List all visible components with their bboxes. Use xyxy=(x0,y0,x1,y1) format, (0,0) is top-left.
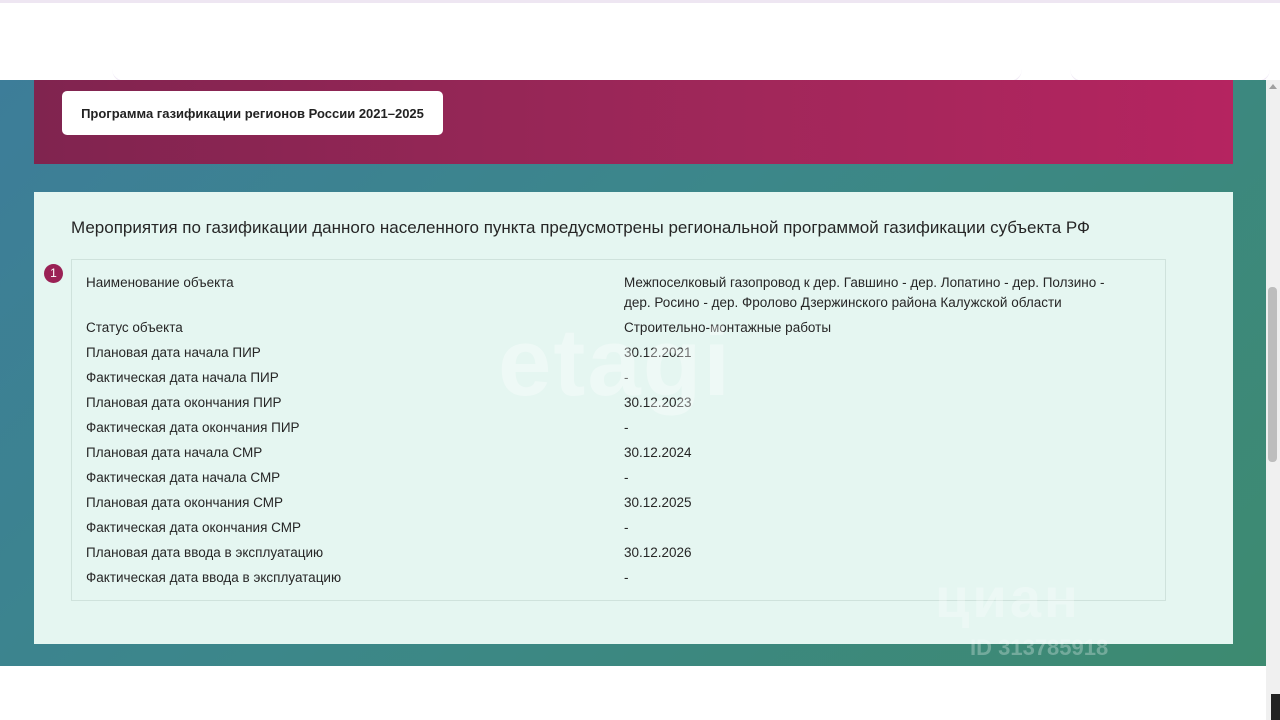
info-row: Плановая дата начала СМР 30.12.2024 xyxy=(86,441,1134,466)
object-info-table: Наименование объекта Межпоселковый газопр… xyxy=(86,271,1134,591)
info-row-label: Плановая дата окончания СМР xyxy=(86,495,283,510)
info-row-label: Плановая дата начала СМР xyxy=(86,445,263,460)
info-row-value: - xyxy=(624,370,629,385)
gasification-program-button[interactable]: Программа газификации регионов России 20… xyxy=(62,91,443,135)
panel-title: Мероприятия по газификации данного насел… xyxy=(71,218,1090,237)
scroll-up-arrow-icon[interactable] xyxy=(1269,84,1277,89)
info-row-value: - xyxy=(624,420,629,435)
info-row-value: - xyxy=(624,520,629,535)
info-row-value: 30.12.2021 xyxy=(624,345,692,360)
top-header-bar xyxy=(0,0,1280,83)
info-row-value: 30.12.2025 xyxy=(624,495,692,510)
info-row-label: Фактическая дата начала СМР xyxy=(86,470,281,485)
info-row: Фактическая дата начала СМР - xyxy=(86,466,1134,491)
info-row-value: 30.12.2024 xyxy=(624,445,692,460)
gasification-banner: Программа газификации регионов России 20… xyxy=(34,80,1233,164)
info-row-label: Плановая дата окончания ПИР xyxy=(86,395,282,410)
gasification-info-panel: Мероприятия по газификации данного насел… xyxy=(34,192,1233,644)
info-row-label: Фактическая дата ввода в эксплуатацию xyxy=(86,570,342,585)
info-row-label: Статус объекта xyxy=(86,320,183,335)
object-number-badge: 1 xyxy=(44,264,63,283)
info-row: Плановая дата окончания ПИР 30.12.2023 xyxy=(86,391,1134,416)
info-row-label: Фактическая дата начала ПИР xyxy=(86,370,279,385)
info-row-label: Плановая дата ввода в эксплуатацию xyxy=(86,545,324,560)
info-row: Фактическая дата ввода в эксплуатацию - xyxy=(86,566,1134,591)
info-row: Плановая дата начала ПИР 30.12.2021 xyxy=(86,341,1134,366)
scrollbar-thumb[interactable] xyxy=(1268,287,1277,462)
info-row: Фактическая дата окончания ПИР - xyxy=(86,416,1134,441)
info-row-value: Межпоселковый газопровод к дер. Гавшино … xyxy=(624,275,1105,310)
info-row: Статус объекта Строительно-монтажные рабо… xyxy=(86,316,1134,341)
info-row-value: 30.12.2026 xyxy=(624,545,692,560)
info-row-label: Фактическая дата окончания СМР xyxy=(86,520,301,535)
info-row-label: Фактическая дата окончания ПИР xyxy=(86,420,300,435)
info-row: Плановая дата окончания СМР 30.12.2025 xyxy=(86,491,1134,516)
info-row-label: Плановая дата начала ПИР xyxy=(86,345,261,360)
info-row-value: - xyxy=(624,570,629,585)
info-row-value: - xyxy=(624,470,629,485)
info-row: Фактическая дата начала ПИР - xyxy=(86,366,1134,391)
info-row-value: 30.12.2023 xyxy=(624,395,692,410)
info-row: Наименование объекта Межпоселковый газопр… xyxy=(86,271,1134,316)
object-info-card: Наименование объекта Межпоселковый газопр… xyxy=(71,259,1166,601)
info-row: Фактическая дата окончания СМР - xyxy=(86,516,1134,541)
info-row-value: Строительно-монтажные работы xyxy=(624,320,832,335)
info-row: Плановая дата ввода в эксплуатацию 30.12.… xyxy=(86,541,1134,566)
scrollbar-corner xyxy=(1271,694,1280,720)
info-row-label: Наименование объекта xyxy=(86,275,234,290)
vertical-scrollbar[interactable] xyxy=(1266,80,1280,720)
